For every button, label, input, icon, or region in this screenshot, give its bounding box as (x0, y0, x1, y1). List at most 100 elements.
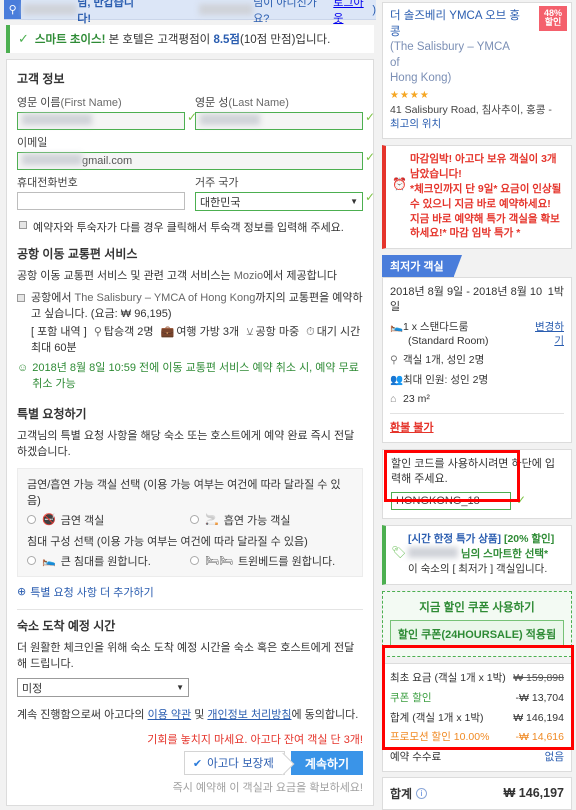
email-input[interactable]: gmail.com (17, 152, 363, 170)
provider-text-2: 에서 제공합니다 (263, 270, 337, 282)
guest-info-title: 고객 정보 (17, 72, 65, 86)
user-name-blurred-2 (199, 4, 254, 15)
different-guest-checkbox[interactable] (19, 221, 27, 229)
star-rating-icon: ★★★★ (390, 89, 430, 101)
check-icon: ✓ (18, 31, 29, 46)
country-valid-icon: ✓ (364, 190, 375, 204)
person-icon: ⚲ (93, 325, 102, 338)
different-guest-row[interactable]: 예약자와 투숙자가 다를 경우 클릭해서 투숙객 정보를 입력해 주세요. (17, 219, 363, 235)
radio-nonsmoking[interactable] (27, 515, 36, 525)
radio-twin-bed[interactable] (190, 556, 199, 566)
add-special-request-link[interactable]: ⊕ 특별 요청 사항 더 추가하기 (17, 584, 363, 600)
radio-smoking[interactable] (190, 515, 199, 525)
different-guest-label: 예약자와 투숙자가 다를 경우 클릭해서 투숙객 정보를 입력해 주세요. (33, 222, 344, 234)
country-select[interactable]: 대한민국 ▼ (195, 192, 363, 211)
luggage-icon: 💼 (160, 325, 175, 338)
transfer-text-1: 공항에서 (31, 291, 72, 304)
transfer-cancel-text: 2018년 8월 8일 10:59 전에 이동 교통편 서비스 예약 취소 시,… (32, 361, 359, 390)
total-price-card: 합계 i ₩ 146,197 (382, 776, 572, 810)
provider-text-1: 공항 이동 교통편 서비스 및 관련 고객 서비스는 (17, 270, 231, 282)
email-field-group: 이메일 gmail.com ✓ (17, 134, 375, 170)
last-name-blurred-value (200, 114, 260, 125)
airport-transfer-option-row[interactable]: 공항에서 The Salisbury – YMCA of Hong Kong까지… (17, 291, 363, 323)
smoking-option-smoking[interactable]: 🚬 흡연 가능 객실 (190, 512, 353, 528)
alert-line-2: *체크인까지 단 9일* 요금이 인상될 수 있으니 지금 바로 예약하세요! (410, 182, 562, 210)
double-bed-label: 큰 침대를 원합니다. (60, 555, 151, 568)
inclusion-bags: 여행 가방 3개 (176, 325, 240, 338)
bed-option-twin[interactable]: 🛏🛏 트윈베드를 원합니다. (190, 553, 353, 569)
total-value: ₩ 146,197 (503, 786, 564, 801)
greeting-text: 님, 반갑습니다! (77, 0, 135, 25)
promo-input-row: HONGKONG_18 ✓ (391, 491, 563, 510)
hotel-name[interactable]: 더 솔즈베리 YMCA 오브 홍콩 (The Salisbury – YMCA … (390, 9, 564, 87)
airport-transfer-checkbox[interactable] (17, 293, 25, 302)
total-label: 합계 (390, 786, 413, 801)
room-summary-card: 2018년 8월 9일 - 2018년 8월 10일 1박 🛌 1 x 스탠다드… (382, 277, 572, 443)
booking-page: ⚲ 님, 반갑습니다! 님이 아니신가요? 로그아웃) ✓ 스마트 초이스! 본… (0, 0, 576, 810)
meet-greet-icon: ⚺ (246, 325, 254, 338)
agoda-guarantee-badge[interactable]: ✔ 아고다 보장제 (183, 751, 285, 776)
info-icon[interactable]: i (416, 787, 428, 799)
smoking-option-nonsmoking[interactable]: 🚭 금연 객실 (27, 512, 190, 528)
country-field-group: 거주 국가 대한민국 ▼ ✓ (195, 174, 375, 211)
radio-double-bed[interactable] (27, 556, 36, 566)
price-label-fee: 예약 수수료 (390, 751, 442, 764)
twin-bed-icon: 🛏🛏 (205, 555, 233, 568)
provider-name: Mozio (233, 270, 264, 282)
smoking-label: 흡연 가능 객실 (223, 514, 291, 527)
agree-mid: 및 (194, 709, 205, 722)
smart-pick-choice: 님의 스마트한 선택* (460, 547, 549, 560)
email-label: 이메일 (17, 137, 48, 149)
arrival-time-select[interactable]: 미정 ▼ (17, 678, 189, 698)
email-blurred-value (22, 154, 82, 165)
no-smoking-icon: 🚭 (42, 514, 56, 527)
booking-form-card: 고객 정보 영문 이름(First Name) ✓ 영문 성(Last Name… (6, 59, 375, 807)
price-row-original: 최초 요금 (객실 1개 x 1박) ₩ 159,898 (390, 671, 564, 686)
phone-field-group: 휴대전화번호 (17, 174, 185, 211)
promo-valid-icon: ✓ (516, 493, 527, 508)
twin-bed-label: 트윈베드를 원합니다. (237, 555, 336, 568)
terms-link[interactable]: 이용 약관 (148, 709, 192, 721)
last-name-input[interactable] (195, 112, 363, 130)
first-name-input[interactable] (17, 112, 185, 130)
arrival-desc: 더 원활한 체크인을 위해 숙소 도착 예정 시간을 숙소 혹은 호스트에게 전… (17, 641, 355, 670)
urgency-message: 기회를 놓치지 마세요. 아고다 잔여 객실 단 3개! (147, 734, 363, 747)
total-label-wrap: 합계 i (390, 785, 428, 802)
inclusion-meet: 공항 마중 (255, 325, 300, 338)
hotel-location-link[interactable]: 최고의 위치 (390, 118, 441, 130)
inclusions-label: [ 포함 내역 ] (31, 325, 87, 338)
arrival-time-value: 미정 (22, 682, 43, 695)
smart-pick-percent: [20% 할인] (503, 532, 555, 545)
alert-line-3: 지금 바로 예약해 특가 객실을 확보하세요!* 마감 임박 특가 * (410, 212, 560, 240)
promo-code-input[interactable]: HONGKONG_18 (391, 491, 511, 510)
continue-button[interactable]: 계속하기 (290, 751, 363, 776)
special-request-box: 금연/흡연 가능 객실 선택 (이용 가능 여부는 여건에 따라 달라질 수 있… (17, 467, 363, 577)
hotel-summary-card: 48% 할인 더 솔즈베리 YMCA 오브 홍콩 (The Salisbury … (382, 2, 572, 139)
last-name-valid-icon: ✓ (364, 110, 375, 124)
smoking-icon: 🚬 (205, 514, 219, 527)
nonsmoking-label: 금연 객실 (60, 514, 105, 527)
smart-choice-text-before: 본 호텔은 고객평점이 (108, 34, 211, 46)
price-row-fee: 예약 수수료 없음 (390, 750, 564, 765)
price-row-promotion: 프로모션 할인 10.00% -₩ 14,616 (390, 730, 564, 745)
smoking-title: 금연/흡연 가능 객실 선택 (이용 가능 여부는 여건에 따라 달라질 수 있… (27, 478, 341, 507)
airport-transfer-provider: 공항 이동 교통편 서비스 및 관련 고객 서비스는 Mozio에서 제공합니다 (17, 269, 363, 285)
coupon-applied-button[interactable]: 할인 쿠폰(24HOURSALE) 적용됨 (390, 620, 564, 649)
smart-choice-score: 8.5점 (213, 34, 241, 46)
price-value-fee: 없음 (544, 751, 564, 764)
refund-policy[interactable]: 환불 불가 (390, 419, 564, 435)
country-label: 거주 국가 (195, 177, 239, 189)
phone-country-row: 휴대전화번호 거주 국가 대한민국 ▼ ✓ (17, 174, 375, 211)
change-room-link[interactable]: 변경하기 (528, 320, 564, 348)
privacy-link[interactable]: 개인정보 처리방침 (207, 709, 291, 721)
alert-line-1: 마감임박! 아고다 보유 객실이 3개 남았습니다! (410, 152, 557, 180)
chevron-down-icon-arrival: ▼ (176, 683, 184, 693)
greeting-bar: ⚲ 님, 반갑습니다! 님이 아니신가요? 로그아웃) (4, 0, 376, 25)
bed-option-double[interactable]: 🛌 큰 침대를 원합니다. (27, 553, 190, 569)
people-icon: 👥 (390, 373, 404, 386)
phone-label: 휴대전화번호 (17, 177, 78, 189)
logout-link[interactable]: 로그아웃 (333, 0, 372, 26)
phone-input[interactable] (17, 192, 185, 210)
smart-pick-line-2: 님의 스마트한 선택* (408, 546, 564, 562)
occupancy-text: 객실 1개, 성인 2명 (403, 354, 485, 367)
